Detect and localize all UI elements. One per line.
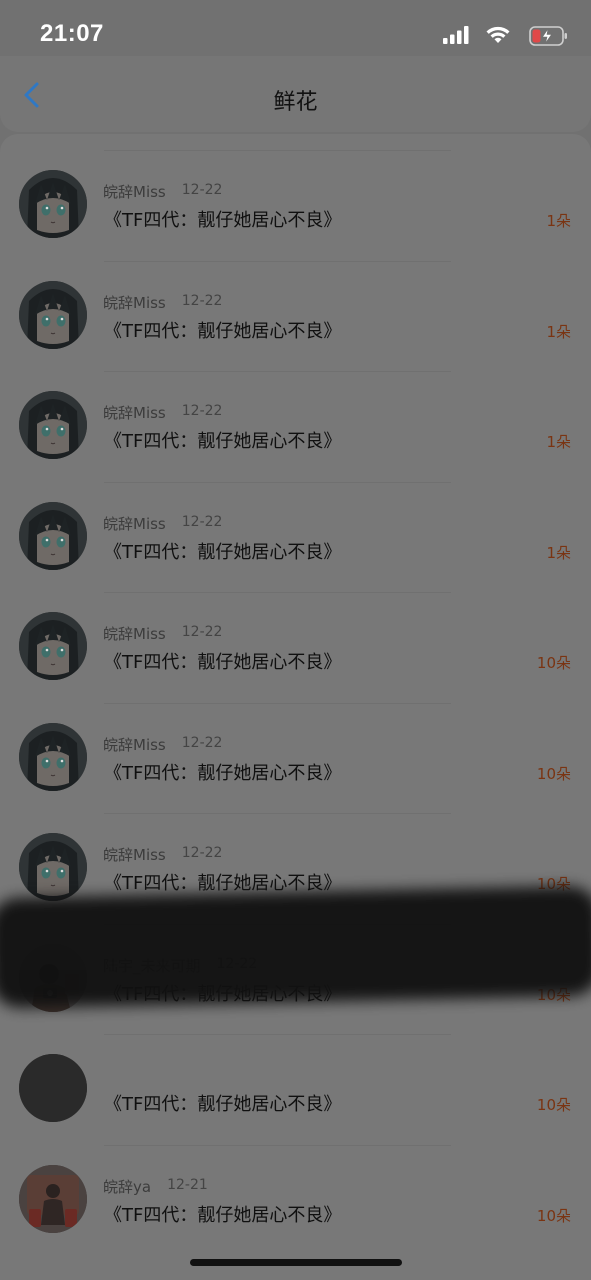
user-name[interactable]: 皖辞Miss — [103, 292, 166, 313]
avatar-image — [19, 612, 87, 680]
avatar-image — [19, 280, 87, 349]
flower-count: 10朵 — [536, 654, 571, 672]
avatar[interactable] — [19, 391, 87, 459]
row-divider — [104, 481, 451, 483]
flower-count: 10朵 — [536, 764, 571, 783]
item-date: 12-22 — [181, 292, 223, 309]
avatar-image — [19, 1164, 87, 1233]
book-title[interactable]: 《TF四代：靓仔她居心不良》 — [104, 759, 341, 785]
item-date: 12-22 — [181, 403, 223, 419]
flower-count: 1朵 — [546, 543, 571, 562]
avatar-image — [19, 722, 87, 791]
avatar-image — [19, 501, 87, 570]
user-name[interactable]: 皖辞Miss — [103, 734, 166, 755]
user-name[interactable]: 皖辞Miss — [103, 181, 166, 202]
avatar[interactable] — [19, 833, 87, 901]
book-title[interactable]: 《TF四代：靓仔她居心不良》 — [104, 317, 341, 343]
avatar[interactable] — [19, 501, 87, 570]
item-date: 12-22 — [181, 624, 223, 640]
avatar-image — [19, 833, 87, 901]
user-name[interactable]: 皖辞Miss — [103, 623, 166, 644]
row-divider — [104, 1034, 451, 1035]
list-item[interactable]: 皖辞ya 12-21 《TF四代：靓仔她居心不良》 10朵 — [0, 1129, 591, 1239]
nav-bar: 鲜花 — [0, 56, 591, 132]
item-date: 12-21 — [167, 1176, 208, 1193]
book-title[interactable]: 《TF四代：靓仔她居心不良》 — [104, 648, 341, 674]
avatar[interactable] — [19, 612, 87, 680]
row-divider — [104, 592, 451, 593]
flower-count: 1朵 — [546, 433, 571, 451]
redaction-mark — [0, 885, 591, 1009]
list-item[interactable]: 皖辞Miss 12-22 《TF四代：靓仔她居心不良》 1朵 — [0, 245, 591, 355]
home-indicator[interactable] — [190, 1259, 402, 1266]
avatar[interactable] — [19, 1054, 87, 1122]
flower-list: 皖辞Miss 12-22 《TF四代：靓仔她居心不良》 1朵 皖辞Miss 12… — [0, 134, 591, 1280]
book-title[interactable]: 《TF四代：靓仔她居心不良》 — [104, 538, 341, 564]
signal-icon — [443, 26, 469, 44]
user-name[interactable]: 皖辞Miss — [103, 402, 166, 423]
user-name[interactable]: 皖辞Miss — [103, 844, 166, 865]
avatar[interactable] — [19, 722, 87, 791]
book-title[interactable]: 《TF四代：靓仔她居心不良》 — [104, 427, 341, 453]
flower-count: 1朵 — [546, 322, 571, 341]
book-title[interactable]: 《TF四代：靓仔她居心不良》 — [104, 206, 341, 232]
item-date: 12-22 — [181, 734, 223, 751]
book-title[interactable]: 《TF四代：靓仔她居心不良》 — [104, 1090, 341, 1116]
screen: 21:07 鲜花 皖辞Miss 12-22 《TF四代：靓仔她居心不良》 1朵 … — [0, 0, 591, 1280]
item-date: 12-22 — [181, 845, 223, 861]
row-divider — [104, 813, 451, 814]
battery-charging-icon — [529, 26, 567, 46]
wifi-icon — [486, 26, 510, 43]
list-item[interactable]: 皖辞Miss 12-22 《TF四代：靓仔她居心不良》 1朵 — [0, 466, 591, 576]
user-name[interactable]: 皖辞ya — [103, 1176, 151, 1197]
row-divider — [104, 1144, 451, 1146]
item-date: 12-22 — [181, 182, 223, 198]
avatar-image — [19, 1054, 87, 1122]
avatar-image — [19, 391, 87, 459]
row-divider — [104, 702, 451, 704]
avatar[interactable] — [19, 170, 87, 238]
row-divider — [104, 371, 451, 372]
list-item[interactable]: 皖辞Miss 12-22 《TF四代：靓仔她居心不良》 1朵 — [0, 134, 591, 244]
flower-count: 10朵 — [536, 1096, 571, 1114]
list-item[interactable]: 皖辞Miss 12-22 《TF四代：靓仔她居心不良》 1朵 — [0, 355, 591, 465]
user-name[interactable]: 皖辞Miss — [103, 513, 166, 534]
avatar[interactable] — [19, 280, 87, 349]
flower-count: 10朵 — [536, 1206, 571, 1225]
flower-count: 1朵 — [546, 212, 571, 230]
avatar[interactable] — [19, 1164, 87, 1233]
list-item[interactable]: 皖辞Miss 12-22 《TF四代：靓仔她居心不良》 10朵 — [0, 687, 591, 797]
page-title: 鲜花 — [273, 90, 318, 115]
status-bar: 21:07 — [0, 0, 591, 60]
row-divider — [104, 260, 451, 262]
row-divider — [104, 150, 451, 151]
item-date: 12-22 — [181, 513, 223, 530]
book-title[interactable]: 《TF四代：靓仔她居心不良》 — [104, 1201, 341, 1227]
list-item[interactable]: 皖辞Miss 12-22 《TF四代：靓仔她居心不良》 10朵 — [0, 576, 591, 686]
list-item[interactable]: 《TF四代：靓仔她居心不良》 10朵 — [0, 1018, 591, 1128]
status-time: 21:07 — [40, 20, 104, 47]
avatar-image — [19, 170, 87, 238]
